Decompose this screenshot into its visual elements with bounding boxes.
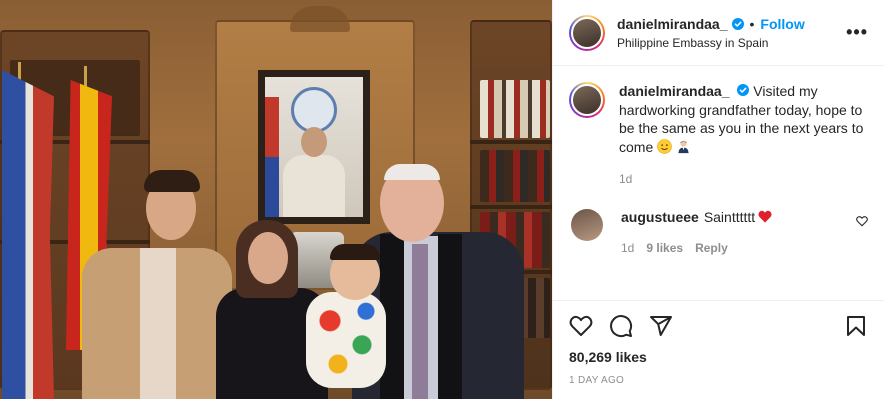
caption: danielmirandaa_ Visited my hardworking g… — [569, 82, 868, 189]
separator-dot: • — [749, 15, 755, 32]
location-link[interactable]: Philippine Embassy in Spain — [617, 36, 846, 50]
heart-outline-icon[interactable] — [569, 314, 593, 338]
comment-bubble-icon[interactable] — [609, 314, 633, 338]
instagram-post: danielmirandaa_ • Follow Philippine Emba… — [0, 0, 884, 399]
follow-button[interactable]: Follow — [760, 16, 804, 32]
comment-age[interactable]: 1d — [621, 241, 634, 255]
philippine-flag — [2, 70, 54, 399]
post-side-panel: danielmirandaa_ • Follow Philippine Emba… — [552, 0, 884, 399]
shelf — [470, 205, 552, 209]
caption-age: 1d — [619, 172, 633, 186]
comment-likes[interactable]: 9 likes — [646, 241, 683, 255]
shelf — [470, 140, 552, 144]
author-avatar[interactable] — [569, 14, 605, 51]
framed-portrait — [258, 70, 370, 224]
reply-button[interactable]: Reply — [695, 241, 728, 255]
bookmark-icon[interactable] — [844, 314, 868, 338]
books — [480, 80, 550, 138]
author-username[interactable]: danielmirandaa_ — [617, 16, 728, 32]
verified-badge-icon — [737, 84, 750, 96]
comment-text: Saintttttt — [703, 208, 756, 225]
post-header: danielmirandaa_ • Follow Philippine Emba… — [553, 0, 884, 66]
comments-section: danielmirandaa_ Visited my hardworking g… — [553, 66, 884, 300]
author-info: danielmirandaa_ • Follow Philippine Emba… — [617, 16, 846, 50]
person-in-tuxedo-icon — [678, 140, 689, 153]
books — [480, 150, 550, 202]
comment-username[interactable]: augustueee — [621, 209, 699, 225]
caption-avatar[interactable] — [569, 82, 605, 118]
likes-count[interactable]: 80,269 likes — [569, 349, 868, 365]
more-horizontal-icon[interactable]: ••• — [846, 22, 868, 43]
verified-badge-icon — [731, 17, 744, 30]
post-photo[interactable] — [0, 0, 552, 399]
caption-username[interactable]: danielmirandaa_ — [619, 83, 730, 99]
paper-plane-icon[interactable] — [649, 314, 673, 338]
post-actions: 80,269 likes 1 DAY AGO — [553, 300, 884, 399]
red-heart-icon — [758, 210, 772, 223]
wood-carving — [290, 6, 350, 32]
commenter-avatar[interactable] — [571, 208, 603, 241]
comment-like-icon[interactable] — [856, 215, 868, 227]
slightly-smiling-face-icon — [657, 138, 672, 154]
post-time[interactable]: 1 DAY AGO — [569, 375, 868, 386]
comment-item: augustueee Saintttttt 1d 9 likes Reply — [569, 208, 868, 255]
